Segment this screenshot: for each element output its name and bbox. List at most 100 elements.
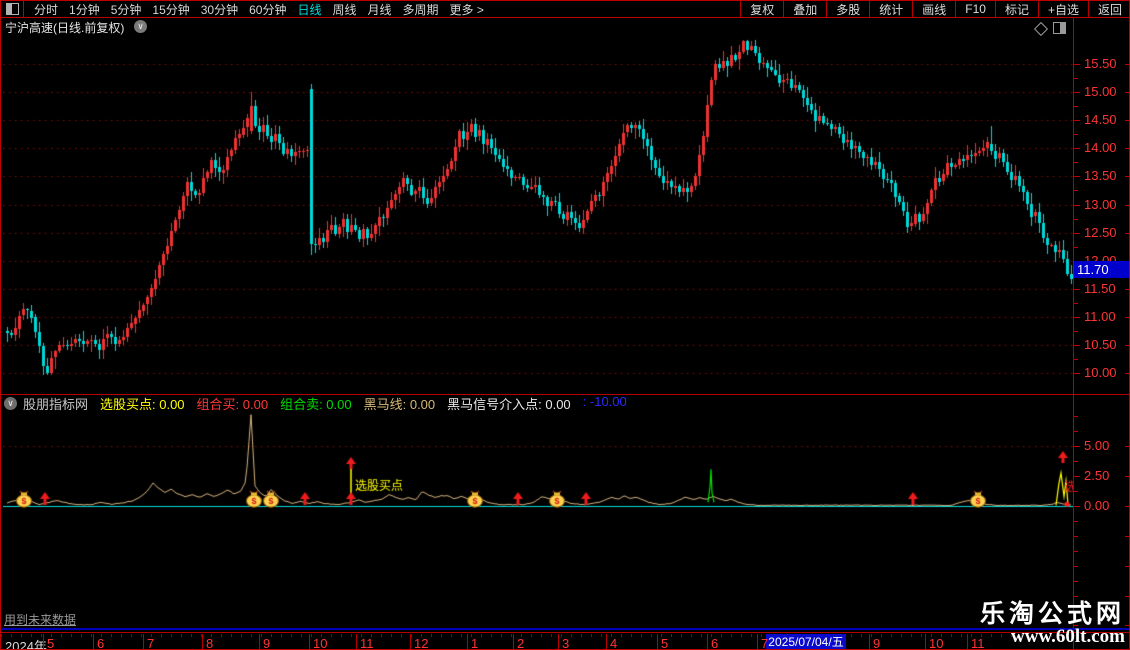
indicator-axis-minor-tick <box>1074 521 1078 522</box>
timeline-month-label: 10 <box>313 636 328 650</box>
timeline-month-border <box>869 634 870 649</box>
price-axis-label: 14.00 <box>1084 140 1117 155</box>
indicator-axis-right-tick <box>1125 625 1129 626</box>
indicator-axis-right-tick <box>1125 506 1129 507</box>
title-chevron-down-icon[interactable]: ∨ <box>134 20 147 33</box>
price-axis-minor-tick <box>1074 162 1078 163</box>
indicator-axis-tick <box>1074 446 1080 447</box>
toolbar-button-统计[interactable]: 统计 <box>869 1 912 17</box>
price-axis-right-tick <box>1125 205 1129 206</box>
period-tab-更多 >[interactable]: 更多 > <box>450 1 484 18</box>
indicator-header: ∨ 股朋指标网 选股买点: 0.00 组合买: 0.00 组合卖: 0.00 黑马线:… <box>1 394 1129 412</box>
price-axis-tick <box>1074 92 1080 93</box>
price-axis-minor-tick <box>1074 219 1078 220</box>
price-axis-minor-tick <box>1074 106 1078 107</box>
timeline-month-label: 5 <box>47 636 55 650</box>
price-axis-right-tick <box>1125 345 1129 346</box>
indicator-chevron-down-icon[interactable]: ∨ <box>4 397 17 410</box>
price-axis-label: 12.50 <box>1084 225 1117 240</box>
timeline-month-border <box>309 634 310 649</box>
toolbar-button-+自选[interactable]: +自选 <box>1037 1 1088 17</box>
indicator-axis-minor-tick <box>1074 431 1078 432</box>
timeline-month-label: 12 <box>414 636 429 650</box>
period-tab-月线[interactable]: 月线 <box>368 1 392 18</box>
indicator-axis-label: 2.50 <box>1084 468 1110 483</box>
period-tab-多周期[interactable]: 多周期 <box>403 1 439 18</box>
timeline-year-label: 2024年 <box>5 639 47 650</box>
period-tab-日线[interactable]: 日线 <box>297 1 321 18</box>
toolbar-button-F10[interactable]: F10 <box>955 1 995 17</box>
toolbar-button-画线[interactable]: 画线 <box>912 1 955 17</box>
price-axis-right-tick <box>1125 92 1129 93</box>
toolbar-button-叠加[interactable]: 叠加 <box>783 1 826 17</box>
period-tab-5分钟[interactable]: 5分钟 <box>111 1 142 18</box>
watermark: 乐淘公式网 www.60lt.com <box>980 601 1125 647</box>
toolbar-button-标记[interactable]: 标记 <box>994 1 1038 17</box>
timeline-month-border <box>202 634 203 649</box>
indicator-axis-tick <box>1074 506 1080 507</box>
price-axis-right-tick <box>1125 233 1129 234</box>
price-axis-right-tick <box>1125 373 1129 374</box>
price-axis-minor-tick <box>1074 134 1078 135</box>
timeline-bar: 2025/07/04/五 2024年 5 6 7 8 9 10 11 12 1 2 3 4 5 6 7 9 10 1… <box>1 632 1129 650</box>
period-tab-1分钟[interactable]: 1分钟 <box>69 1 100 18</box>
timeline-month-border <box>925 634 926 649</box>
timeline-month-border <box>259 634 260 649</box>
watermark-site-name: 乐淘公式网 <box>979 599 1125 628</box>
price-axis-label: 13.00 <box>1084 197 1117 212</box>
indicator-canvas[interactable] <box>3 413 1073 609</box>
timeline-month-label: 8 <box>206 636 214 650</box>
period-tab-15分钟[interactable]: 15分钟 <box>152 1 189 18</box>
timeline-month-label: 7 <box>147 636 155 650</box>
indicator-axis-minor-tick <box>1074 566 1078 567</box>
indicator-axis-minor-tick <box>1074 416 1078 417</box>
timeline-month-border <box>757 634 758 649</box>
current-date-box: 2025/07/04/五 <box>766 634 846 649</box>
timeline-month-label: 4 <box>610 636 618 650</box>
timeline-month-border <box>657 634 658 649</box>
toolbar-button-复权[interactable]: 复权 <box>740 1 783 17</box>
price-axis-tick <box>1074 176 1080 177</box>
square-split-icon[interactable] <box>1053 22 1066 34</box>
price-axis-right-tick <box>1125 64 1129 65</box>
indicator-axis-minor-tick <box>1074 551 1078 552</box>
blue-separator-line <box>1 628 1129 630</box>
timeline-month-border <box>93 634 94 649</box>
price-axis-label: 15.50 <box>1084 56 1117 71</box>
price-axis-label: 10.00 <box>1084 365 1117 380</box>
tdx-app-window: 分时 1分钟 5分钟 15分钟 30分钟 60分钟 日线 周线 月线 多周期 更多 > 复权 叠加 多股… <box>0 0 1130 650</box>
indicator-axis-tick <box>1074 476 1080 477</box>
period-tab-30分钟[interactable]: 30分钟 <box>201 1 238 18</box>
indicator-field-选股买点: 选股买点: 0.00 <box>100 397 185 412</box>
price-axis-minor-tick <box>1074 247 1078 248</box>
timeline-month-label: 6 <box>711 636 719 650</box>
timeline-month-label: 6 <box>97 636 105 650</box>
period-tab-60分钟[interactable]: 60分钟 <box>249 1 286 18</box>
timeline-month-border <box>513 634 514 649</box>
price-axis-minor-tick <box>1074 303 1078 304</box>
timeline-month-label: 9 <box>263 636 271 650</box>
indicator-axis-minor-tick <box>1074 536 1078 537</box>
price-axis-right-tick <box>1125 120 1129 121</box>
price-axis-minor-tick <box>1074 78 1078 79</box>
price-axis-label: 11.50 <box>1084 281 1116 296</box>
watermark-site-url: www.60lt.com <box>1011 626 1125 648</box>
period-tab-分时[interactable]: 分时 <box>34 1 58 18</box>
toolbar-button-返回[interactable]: 返回 <box>1087 1 1129 17</box>
period-tab-周线[interactable]: 周线 <box>332 1 356 18</box>
price-axis-minor-tick <box>1074 331 1078 332</box>
indicator-field-extra: : -10.00 <box>582 394 627 409</box>
timeline-month-border <box>43 634 44 649</box>
indicator-axis-minor-tick <box>1074 596 1078 597</box>
window-layout-cell[interactable] <box>1 1 24 17</box>
title-bar: 宁沪高速(日线.前复权) ∨ <box>1 18 1129 37</box>
timeline-month-label: 1 <box>471 636 479 650</box>
axis-divider-line <box>1073 18 1074 649</box>
indicator-field-黑马信号介入点: 黑马信号介入点: 0.00 <box>447 397 571 412</box>
toolbar-button-多股[interactable]: 多股 <box>826 1 869 17</box>
indicator-field-黑马线: 黑马线: 0.00 <box>363 397 436 412</box>
timeline-month-label: 11 <box>360 636 374 650</box>
main-chart-canvas[interactable] <box>3 34 1073 394</box>
period-tabs: 分时 1分钟 5分钟 15分钟 30分钟 60分钟 日线 周线 月线 多周期 更多 > <box>23 1 484 17</box>
timeline-month-border <box>707 634 708 649</box>
